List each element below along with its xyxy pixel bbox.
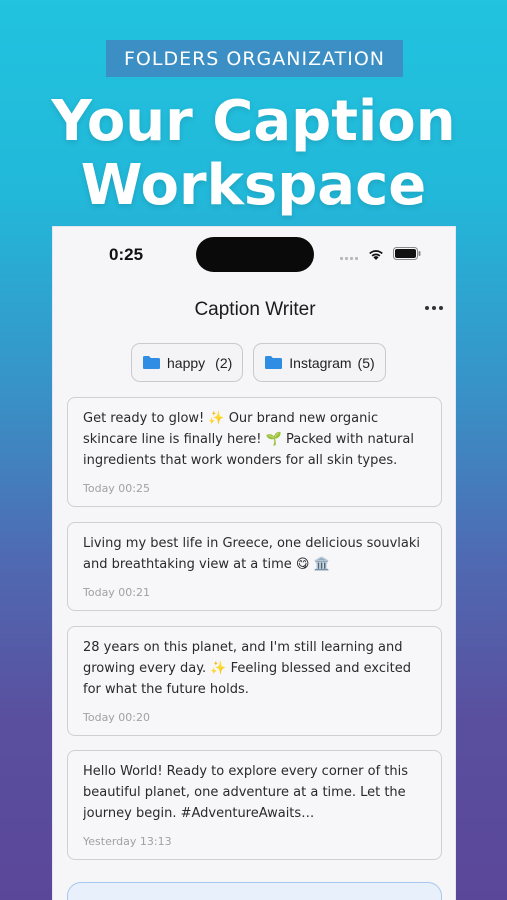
signal-dots-icon	[340, 257, 358, 260]
battery-icon	[393, 247, 421, 260]
caption-text: Living my best life in Greece, one delic…	[83, 536, 421, 572]
caption-date: Today 00:20	[83, 711, 151, 724]
folder-chip-happy[interactable]: happy (2)	[131, 343, 244, 382]
status-time: 0:25	[109, 245, 144, 264]
new-caption-button[interactable]	[67, 882, 442, 900]
caption-card[interactable]: Living my best life in Greece, one delic…	[67, 522, 442, 611]
folder-icon	[143, 356, 160, 369]
caption-text: Get ready to glow! ✨ Our brand new organ…	[83, 411, 414, 468]
promo-title-line1: Your Caption	[51, 89, 456, 154]
promo-title: Your Caption Workspace	[0, 90, 507, 218]
folder-icon	[265, 356, 283, 369]
app-title: Caption Writer	[194, 299, 316, 320]
folder-name: happy	[167, 354, 206, 371]
caption-text: 28 years on this planet, and I'm still l…	[83, 640, 411, 697]
phone-screen: 0:25 Caption Writer happy (2) Instagram …	[52, 226, 456, 900]
folder-count: (5)	[357, 354, 375, 371]
folder-bar: happy (2) Instagram (5)	[131, 343, 386, 382]
wifi-icon	[369, 250, 383, 260]
more-options-icon[interactable]	[423, 297, 445, 319]
caption-card[interactable]: 28 years on this planet, and I'm still l…	[67, 626, 442, 736]
folder-count: (2)	[215, 354, 233, 371]
caption-date: Yesterday 13:13	[83, 835, 172, 848]
caption-date: Today 00:25	[83, 482, 151, 495]
caption-date: Today 00:21	[83, 586, 151, 599]
folder-name: Instagram	[289, 354, 352, 371]
dynamic-island	[196, 237, 314, 272]
caption-card[interactable]: Hello World! Ready to explore every corn…	[67, 750, 442, 860]
folder-chip-instagram[interactable]: Instagram (5)	[253, 343, 386, 382]
promo-badge: FOLDERS ORGANIZATION	[106, 40, 403, 77]
caption-card[interactable]: Get ready to glow! ✨ Our brand new organ…	[67, 397, 442, 507]
promo-title-line2: Workspace	[80, 153, 427, 218]
caption-text: Hello World! Ready to explore every corn…	[83, 764, 408, 821]
